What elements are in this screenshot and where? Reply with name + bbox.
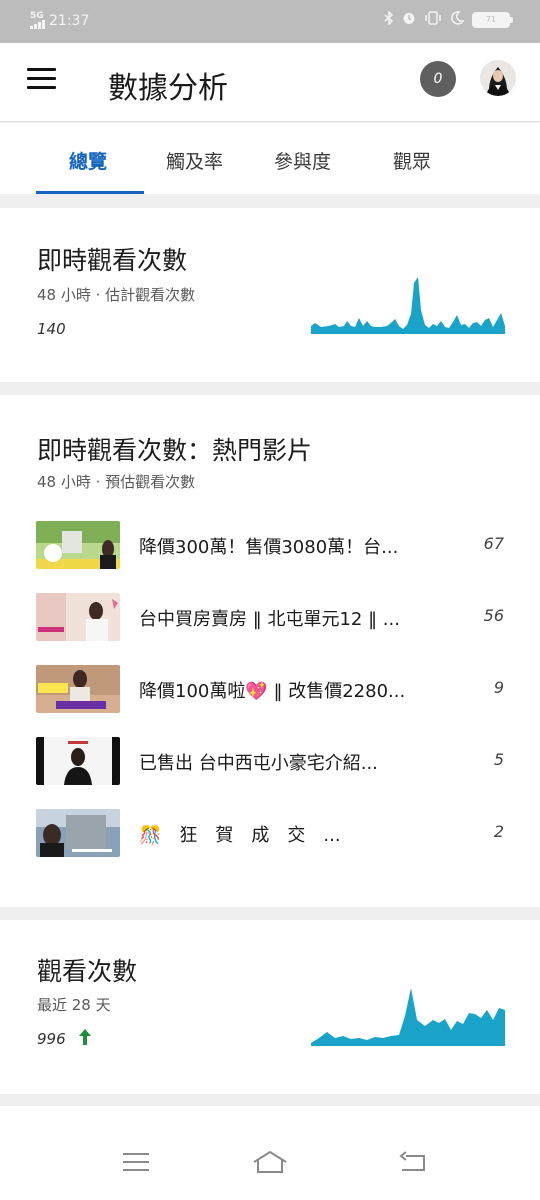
video-title: 降價100萬啦💖 ‖ 改售價2280...: [139, 681, 406, 702]
video-row[interactable]: 🎊 狂 賀 成 交 ... 2: [0, 807, 540, 859]
signal-icon: [30, 20, 45, 29]
video-row[interactable]: 降價100萬啦💖 ‖ 改售價2280... 9: [0, 663, 540, 715]
home-outline-icon[interactable]: [252, 1150, 288, 1178]
video-title: 台中買房賣房 ‖ 北屯單元12 ‖ ...: [139, 609, 400, 630]
video-views: 67: [483, 534, 504, 553]
status-right: 71: [384, 10, 513, 29]
video-thumbnail: [36, 593, 120, 641]
views-card[interactable]: 觀看次數 最近 28 天 996: [0, 920, 540, 1094]
battery-icon: 71: [472, 12, 513, 28]
video-row[interactable]: 台中買房賣房 ‖ 北屯單元12 ‖ ... 56: [0, 591, 540, 643]
trend-up-icon: [78, 1028, 92, 1050]
top-videos-card: 即時觀看次數：熱門影片 48 小時 · 預估觀看次數 降價300萬！售價3080…: [0, 395, 540, 907]
alarm-icon: [402, 11, 416, 29]
realtime-sparkline: [311, 277, 505, 334]
menu-lines-icon[interactable]: [123, 1152, 149, 1176]
notification-badge[interactable]: 0: [420, 61, 456, 97]
video-title: 已售出 台中西屯小豪宅介紹...: [139, 753, 378, 774]
tab-bar: 總覽 觸及率 參與度 觀眾: [0, 123, 540, 194]
vibrate-icon: [424, 11, 442, 29]
card-title: 即時觀看次數：熱門影片: [37, 436, 313, 465]
video-views: 5: [493, 750, 504, 769]
video-title: 降價300萬！售價3080萬！台...: [139, 537, 399, 558]
video-views: 2: [493, 822, 504, 841]
video-thumbnail: [36, 665, 120, 713]
video-views: 9: [493, 678, 504, 697]
status-left: 5G 21:37: [30, 12, 89, 29]
system-nav-bar: [0, 1106, 540, 1200]
status-bar: 5G 21:37 71: [0, 0, 540, 43]
status-time: 21:37: [49, 12, 90, 29]
tab-reach[interactable]: 觸及率: [166, 147, 223, 174]
tab-engagement[interactable]: 參與度: [274, 147, 331, 174]
realtime-views-value: 140: [37, 320, 66, 338]
tab-audience[interactable]: 觀眾: [393, 147, 431, 174]
sparkline-area: [311, 988, 505, 1046]
card-title: 即時觀看次數: [37, 246, 188, 275]
sparkline-area: [311, 277, 505, 334]
tab-indicator: [36, 191, 144, 194]
video-thumbnail: [36, 809, 120, 857]
moon-icon: [450, 11, 465, 29]
card-subtitle: 48 小時 · 預估觀看次數: [37, 473, 196, 491]
video-thumbnail: [36, 737, 120, 785]
views-value: 996: [37, 1030, 66, 1048]
back-arrow-icon[interactable]: [398, 1150, 426, 1178]
tab-overview[interactable]: 總覽: [69, 147, 107, 174]
card-title: 觀看次數: [37, 957, 138, 986]
video-row[interactable]: 已售出 台中西屯小豪宅介紹... 5: [0, 735, 540, 787]
card-subtitle: 48 小時 · 估計觀看次數: [37, 286, 196, 304]
views-sparkline: [311, 988, 505, 1046]
page-title: 數據分析: [108, 71, 228, 106]
bluetooth-icon: [384, 10, 394, 29]
avatar[interactable]: [480, 60, 516, 96]
app-bar: 數據分析 0: [0, 43, 540, 122]
video-thumbnail: [36, 521, 120, 569]
realtime-views-card[interactable]: 即時觀看次數 48 小時 · 估計觀看次數 140: [0, 208, 540, 382]
video-views: 56: [483, 606, 504, 625]
video-row[interactable]: 降價300萬！售價3080萬！台... 67: [0, 519, 540, 571]
card-subtitle: 最近 28 天: [37, 996, 111, 1014]
video-title: 🎊 狂 賀 成 交 ...: [139, 825, 341, 846]
menu-icon[interactable]: [27, 68, 57, 92]
network-type: 5G: [30, 11, 44, 21]
